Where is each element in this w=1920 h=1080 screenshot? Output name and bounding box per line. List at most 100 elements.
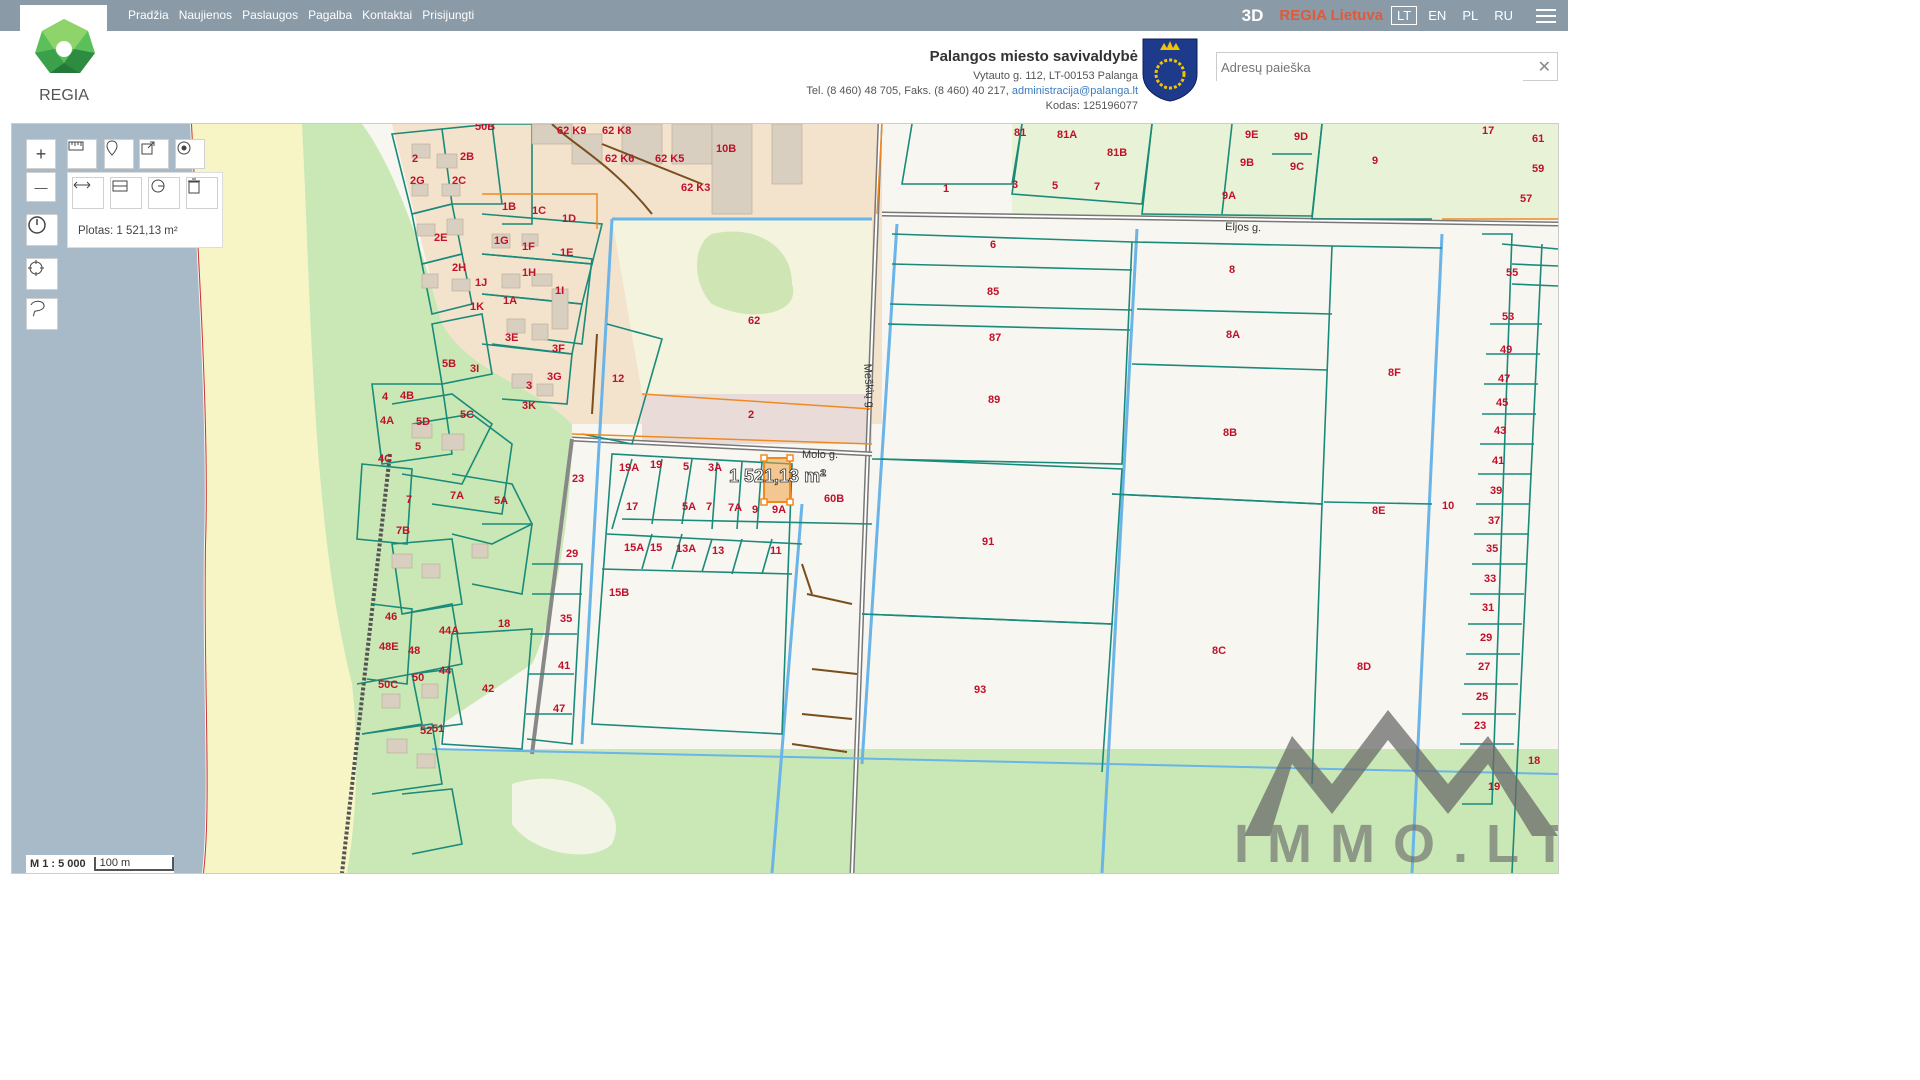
parcel-label: 23 [1474,720,1486,732]
lang-lt[interactable]: LT [1391,6,1418,25]
parcel-label: 15A [624,542,644,554]
share-icon [141,141,155,155]
parcel-label: 62 K8 [602,125,631,137]
parcel-label: 52 [420,725,432,737]
parcel-label: 29 [1480,632,1492,644]
menu-icon[interactable] [1536,5,1556,27]
measure-area-button[interactable] [110,177,142,209]
parcel-label: 1 [943,183,949,195]
parcel-label: 8D [1357,661,1371,673]
parcel-label: 2 [412,153,418,165]
parcel-label: 35 [560,613,572,625]
parcel-label: 43 [1494,425,1506,437]
parcel-label: 33 [1484,573,1496,585]
parcel-label: 62 K5 [655,153,684,165]
nav-pagalba[interactable]: Pagalba [308,8,352,22]
lasso-button[interactable] [26,298,58,330]
parcel-label: 5C [460,409,474,421]
regia-logo[interactable]: REGIA [20,5,107,117]
parcel-label: 59 [1532,163,1544,175]
parcel-label: 48 [408,645,420,657]
nav-paslaugos[interactable]: Paslaugos [242,8,298,22]
map-canvas[interactable]: 1 521,13 m² Eljos g. Molo g. Meškių g. 2… [12,124,1558,873]
parcel-label: 8 [1229,264,1235,276]
parcel-label: 3E [505,332,518,344]
parcel-label: 10 [1442,500,1454,512]
target-button[interactable] [175,139,205,169]
scale-ratio: M 1 : 5 000 [30,858,86,870]
share-button[interactable] [139,139,169,169]
lasso-icon [30,300,45,317]
parcel-label: 49 [1500,344,1512,356]
parcel-label: 2G [410,175,425,187]
parcel-label: 17 [626,501,638,513]
parcel-label: 62 [748,315,760,327]
parcel-label: 8A [1226,329,1240,341]
parcel-label: 47 [553,703,565,715]
brand-link[interactable]: REGIA Lietuva [1279,7,1383,24]
parcel-label: 87 [989,332,1001,344]
parcel-label: 3K [522,400,536,412]
parcel-label: 7A [728,502,742,514]
lang-ru[interactable]: RU [1489,7,1518,24]
parcel-label: 1J [475,277,487,289]
parcel-label: 62 K9 [557,125,586,137]
parcel-label: 53 [1502,311,1514,323]
parcel-label: 5 [1052,180,1058,192]
parcel-label: 15B [609,587,629,599]
parcel-label: 5 [683,461,689,473]
parcel-label: 9D [1294,131,1308,143]
address-search: ✕ [1216,52,1558,81]
coat-of-arms-icon [1142,38,1198,102]
zoom-out-button[interactable]: — [26,172,56,202]
ruler-icon [68,141,84,151]
parcel-label: 55 [1506,267,1518,279]
map-view[interactable]: 1 521,13 m² Eljos g. Molo g. Meškių g. 2… [11,123,1559,874]
parcel-label: 41 [1492,455,1504,467]
nav-prisijungti[interactable]: Prisijungti [422,8,474,22]
municipality-phones: Tel. (8 460) 48 705, Faks. (8 460) 40 21… [806,85,1009,97]
parcel-label: 3G [547,371,562,383]
parcel-label: 1A [503,295,517,307]
nav-kontaktai[interactable]: Kontaktai [362,8,412,22]
parcel-label: 39 [1490,485,1502,497]
crosshair-icon [28,260,44,276]
nav-pradzia[interactable]: Pradžia [128,8,169,22]
target-icon [177,141,191,155]
parcel-label: 61 [1532,133,1544,145]
parcel-label: 2E [434,232,447,244]
measure-tool-button[interactable] [67,139,97,169]
parcel-label: 9B [1240,157,1254,169]
parcel-label: 10B [716,143,736,155]
parcel-label: 8C [1212,645,1226,657]
marker-tool-button[interactable] [104,139,134,169]
parcel-label: 8E [1372,505,1385,517]
parcel-label: 51 [432,723,444,735]
lang-en[interactable]: EN [1423,7,1451,24]
regia-logo-icon: REGIA [35,19,95,104]
zoom-in-button[interactable]: + [26,139,56,169]
parcel-label: 3A [708,462,722,474]
parcel-label: 6 [990,239,996,251]
parcel-label: 12 [612,373,624,385]
parcel-label: 4C [378,453,392,465]
locate-button[interactable] [26,258,58,290]
parcel-label: 81 [1014,127,1026,139]
parcel-label: 7 [1094,181,1100,193]
lang-pl[interactable]: PL [1457,7,1483,24]
nav-naujienos[interactable]: Naujienos [179,8,232,22]
parcel-label: 46 [385,611,397,623]
municipality-code: Kodas: 125196077 [1045,100,1138,112]
clear-icon[interactable]: ✕ [1538,57,1551,77]
municipality-email[interactable]: administracija@palanga.lt [1012,85,1138,97]
clock-icon [28,216,46,234]
search-input[interactable] [1217,53,1523,81]
parcel-label: 8B [1223,427,1237,439]
field-area [1012,124,1558,219]
delete-button[interactable] [186,177,218,209]
measure-distance-button[interactable] [72,177,104,209]
history-button[interactable] [26,214,58,246]
measure-radius-button[interactable] [148,177,180,209]
parcel-label: 13A [676,543,696,555]
3d-toggle[interactable]: 3D [1242,6,1264,26]
